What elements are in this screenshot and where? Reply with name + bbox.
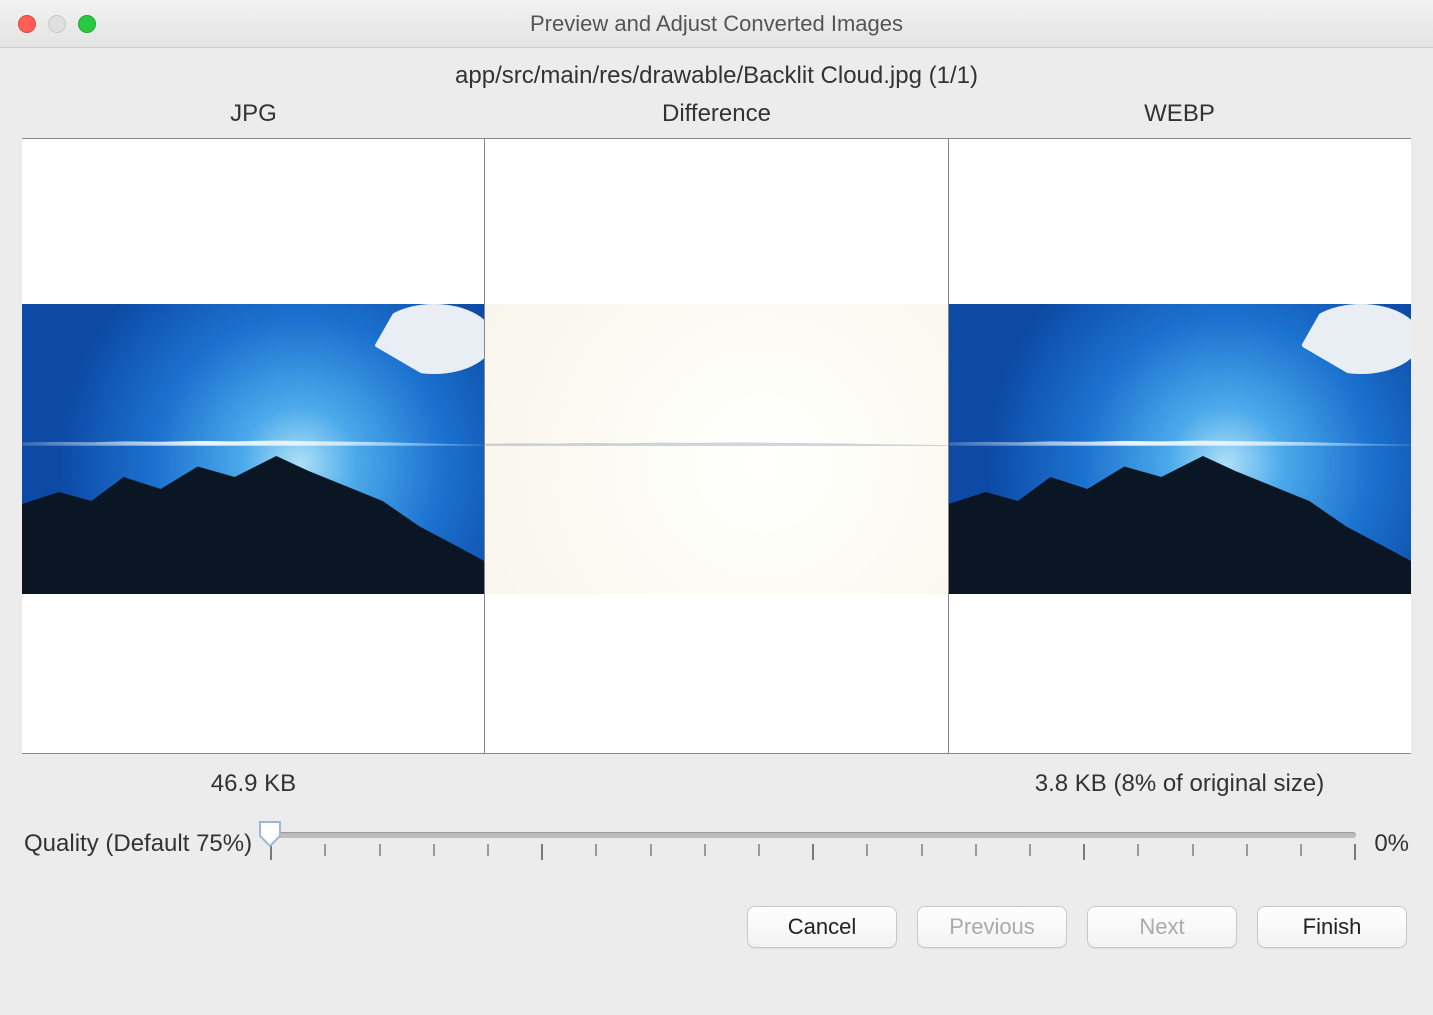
size-row: 46.9 KB 3.8 KB (8% of original size) [22, 762, 1411, 806]
window-controls [18, 15, 96, 33]
titlebar: Preview and Adjust Converted Images [0, 0, 1433, 48]
minimize-icon [48, 15, 66, 33]
preview-webp [948, 139, 1411, 753]
finish-button[interactable]: Finish [1257, 906, 1407, 948]
window-title: Preview and Adjust Converted Images [0, 11, 1433, 37]
preview-row [22, 138, 1411, 754]
zoom-icon[interactable] [78, 15, 96, 33]
quality-slider[interactable] [270, 824, 1356, 864]
size-original: 46.9 KB [22, 762, 485, 806]
button-row: Cancel Previous Next Finish [22, 906, 1411, 948]
next-button: Next [1087, 906, 1237, 948]
quality-value: 0% [1374, 830, 1409, 858]
column-header-difference: Difference [485, 96, 948, 138]
close-icon[interactable] [18, 15, 36, 33]
cancel-button[interactable]: Cancel [747, 906, 897, 948]
size-converted: 3.8 KB (8% of original size) [948, 762, 1411, 806]
slider-thumb-icon[interactable] [258, 820, 282, 848]
preview-difference [484, 139, 947, 753]
column-header-webp: WEBP [948, 96, 1411, 138]
column-headers: JPG Difference WEBP [22, 96, 1411, 138]
column-header-jpg: JPG [22, 96, 485, 138]
previous-button: Previous [917, 906, 1067, 948]
preview-jpg [22, 139, 484, 753]
file-path: app/src/main/res/drawable/Backlit Cloud.… [22, 62, 1411, 90]
quality-row: Quality (Default 75%) 0% [22, 824, 1411, 864]
size-difference-spacer [485, 762, 948, 806]
quality-label: Quality (Default 75%) [24, 830, 252, 858]
